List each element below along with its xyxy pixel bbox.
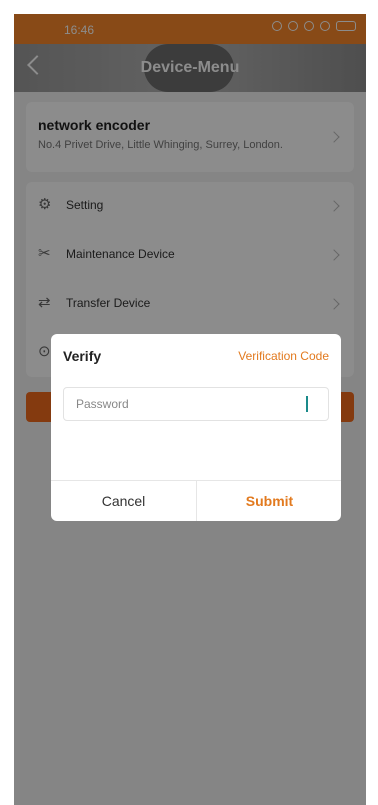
verify-dialog: Verify Verification Code Cancel Submit — [51, 334, 341, 521]
phone-screen: 16:46 Device-Menu network encoder No.4 P… — [14, 14, 366, 805]
text-cursor — [306, 396, 308, 412]
password-input[interactable] — [63, 387, 329, 421]
dialog-title: Verify — [63, 348, 102, 364]
verification-code-link[interactable]: Verification Code — [238, 349, 329, 363]
cancel-button[interactable]: Cancel — [51, 481, 196, 521]
submit-button[interactable]: Submit — [197, 481, 342, 521]
